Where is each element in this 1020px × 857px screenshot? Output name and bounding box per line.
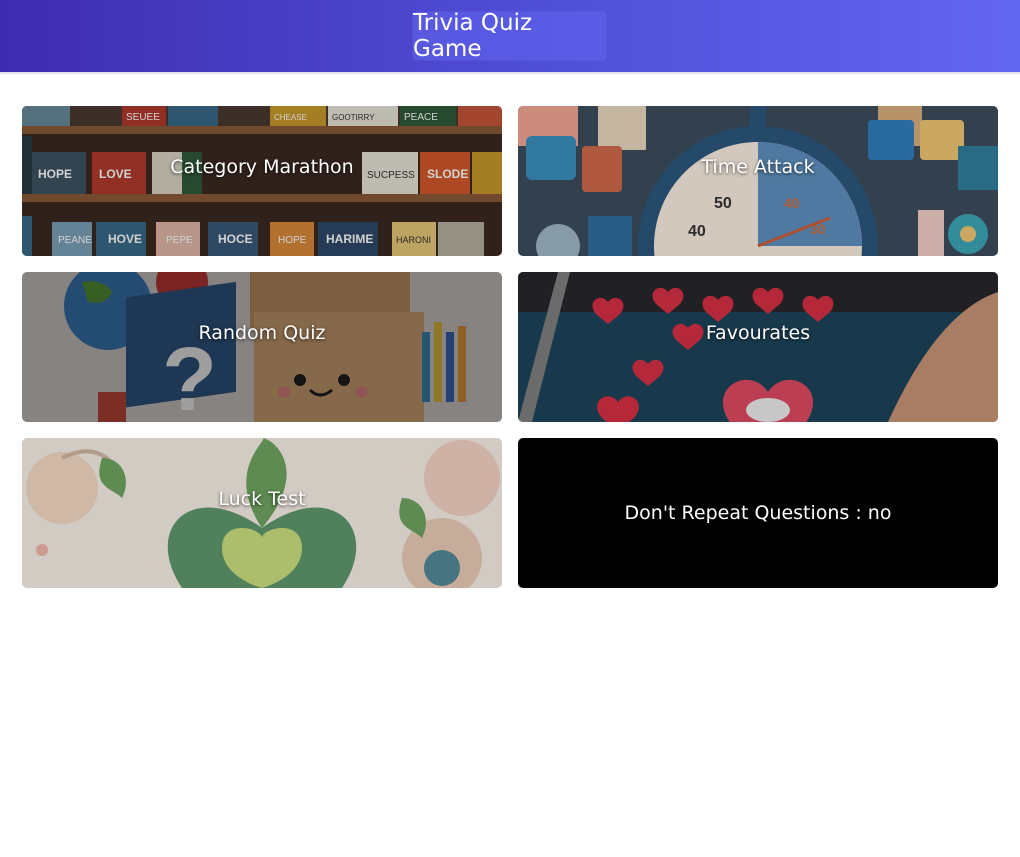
luck-test-card[interactable]: Luck Test (22, 438, 502, 588)
favourates-label: Favourates (705, 322, 811, 344)
app-header: Trivia Quiz Game (0, 0, 1020, 74)
time-attack-label: Time Attack (701, 156, 815, 178)
card-overlay (518, 272, 998, 422)
card-overlay (22, 438, 502, 588)
card-overlay (22, 272, 502, 422)
app-title[interactable]: Trivia Quiz Game (413, 10, 606, 62)
card-overlay (22, 106, 502, 256)
time-attack-card[interactable]: 50 40 40 30 Time Attack (518, 106, 998, 256)
category-marathon-label: Category Marathon (170, 156, 354, 178)
dont-repeat-questions-toggle[interactable]: Don't Repeat Questions : no (518, 438, 998, 588)
favourates-card[interactable]: Favourates (518, 272, 998, 422)
category-marathon-card[interactable]: SEUEE CHEASE GOOTIRRY PEACE HOPE LOVE SU… (22, 106, 502, 256)
card-overlay (518, 106, 998, 256)
luck-test-label: Luck Test (218, 488, 306, 510)
random-quiz-label: Random Quiz (198, 322, 326, 344)
dont-repeat-questions-label: Don't Repeat Questions : no (624, 502, 892, 524)
random-quiz-card[interactable]: ? Random Quiz (22, 272, 502, 422)
